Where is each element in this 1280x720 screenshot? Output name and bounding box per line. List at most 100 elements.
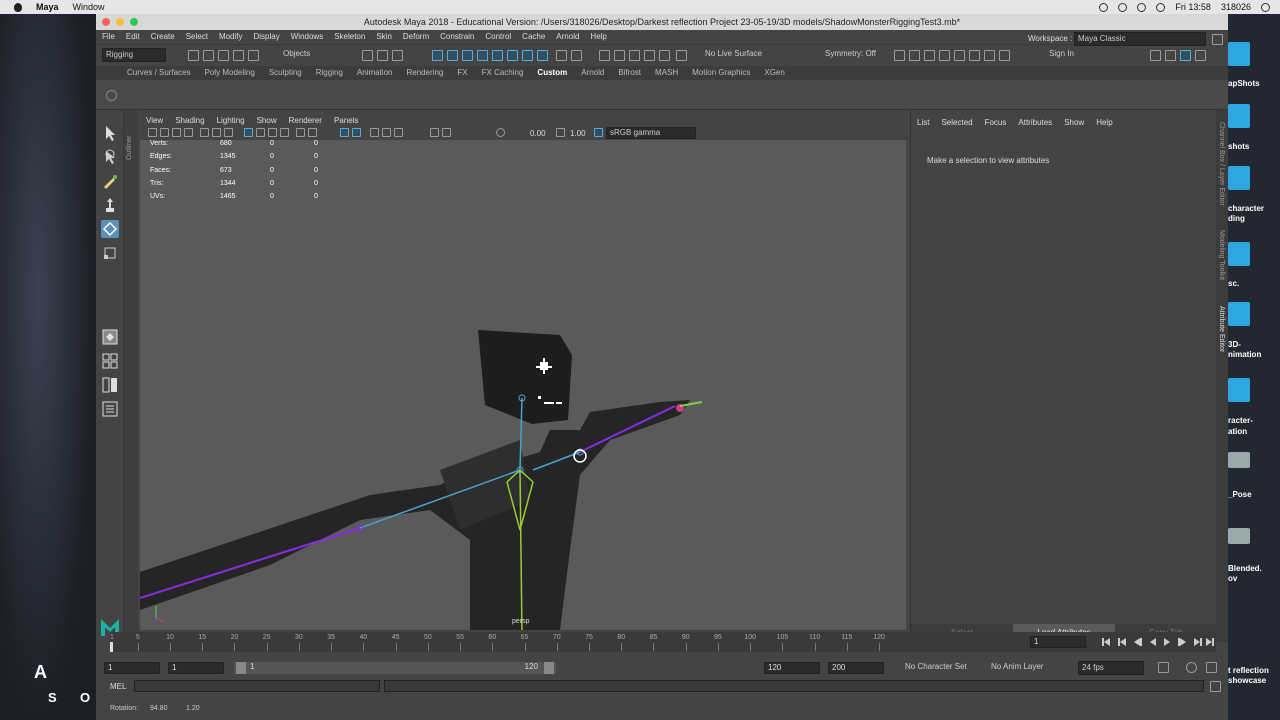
menu-edit[interactable]: Edit [126,30,140,44]
grid-toggle-icon[interactable] [200,128,209,137]
script-editor-icon[interactable] [1210,681,1221,692]
xray-joints-icon[interactable] [340,128,349,137]
menu-control[interactable]: Control [485,30,511,44]
snap-to-point-icon[interactable] [629,50,640,61]
end-time-field[interactable]: 200 [828,662,884,674]
outliner-strip[interactable]: Outliner [124,110,138,642]
tool-settings-icon[interactable] [1195,50,1206,61]
component-mode-icon[interactable] [392,50,403,61]
pause-icon[interactable] [999,50,1010,61]
record-icon[interactable] [1099,2,1109,12]
make-live-icon[interactable] [659,50,670,61]
exposure-icon[interactable] [496,128,505,137]
shelf-tab-rigging[interactable]: Rigging [316,66,343,80]
hierarchy-mode-icon[interactable] [362,50,373,61]
fps-dropdown[interactable]: 24 fps [1078,661,1144,675]
sign-in-button[interactable]: Sign In [1046,48,1120,62]
volume-icon[interactable] [1156,2,1166,12]
select-joint-mask-icon[interactable] [447,50,458,61]
gamma-value[interactable]: 1.00 [570,129,586,138]
attribute-editor-icon[interactable] [1165,50,1176,61]
exposure-value[interactable]: 0.00 [530,129,546,138]
desktop-item-label[interactable]: character [1228,204,1264,213]
hypershade-icon[interactable] [954,50,965,61]
select-curve-mask-icon[interactable] [462,50,473,61]
snap-to-surface-icon[interactable] [676,50,687,61]
two-view-layout-icon[interactable] [101,376,119,394]
shelf-tab-fx-caching[interactable]: FX Caching [482,66,524,80]
range-slider-end-handle[interactable] [544,662,554,674]
desktop-item-label[interactable]: showcase [1228,676,1266,685]
shelf-tab-poly-modeling[interactable]: Poly Modeling [205,66,255,80]
lock-workspace-icon[interactable] [1212,34,1223,45]
shelf-tab-sculpting[interactable]: Sculpting [269,66,302,80]
sync-icon[interactable] [1118,2,1128,12]
command-input[interactable] [134,680,380,692]
current-time-indicator[interactable] [110,642,113,652]
menu-cache[interactable]: Cache [522,30,545,44]
command-language-label[interactable]: MEL [110,682,126,691]
image-plane-icon[interactable] [184,128,193,137]
menu-help[interactable]: Help [590,30,606,44]
rotate-tool-icon[interactable] [101,220,119,238]
file-icon[interactable] [1228,528,1250,544]
single-perspective-layout-icon[interactable] [101,328,119,346]
go-to-end-icon[interactable] [1206,638,1214,646]
arnold-render-icon[interactable] [969,50,980,61]
workspace-dropdown[interactable]: Maya Classic [1074,32,1206,46]
color-management-icon[interactable] [594,128,603,137]
frame-selected-icon[interactable] [442,128,451,137]
menu-constrain[interactable]: Constrain [440,30,474,44]
menu-deform[interactable]: Deform [403,30,429,44]
lasso-tool-icon[interactable] [101,148,119,166]
open-scene-icon[interactable] [203,50,214,61]
zoom-button[interactable] [130,18,138,26]
scale-tool-icon[interactable] [101,244,119,262]
isolate-select-icon[interactable] [352,128,361,137]
viewport-menu-panels[interactable]: Panels [334,115,358,127]
gamma-icon[interactable] [556,128,565,137]
playback-start-field[interactable]: 1 [168,662,224,674]
viewport-menu-lighting[interactable]: Lighting [217,115,245,127]
snap-to-curve-icon[interactable] [614,50,625,61]
outliner-layout-icon[interactable] [101,400,119,418]
select-deform-mask-icon[interactable] [492,50,503,61]
shelf-tab-bifrost[interactable]: Bifrost [618,66,641,80]
render-frame-icon[interactable] [909,50,920,61]
step-back-frame-icon[interactable] [1134,638,1142,646]
step-forward-frame-icon[interactable] [1178,638,1186,646]
character-head[interactable] [478,330,572,424]
viewport-menu-shading[interactable]: Shading [175,115,204,127]
modeling-toolkit-icon[interactable] [1150,50,1161,61]
selection-mode-dropdown[interactable]: Objects [280,48,342,62]
object-mode-icon[interactable] [377,50,388,61]
attr-menu-focus[interactable]: Focus [985,118,1007,127]
menu-modify[interactable]: Modify [219,30,243,44]
attr-menu-help[interactable]: Help [1096,118,1112,127]
camera-attributes-icon[interactable] [160,128,169,137]
menu-skin[interactable]: Skin [376,30,392,44]
desktop-item-label[interactable]: t reflection [1228,666,1269,675]
attr-menu-selected[interactable]: Selected [941,118,972,127]
color-space-dropdown[interactable]: sRGB gamma [606,127,696,139]
search-icon[interactable] [1261,2,1270,12]
scene-render[interactable] [140,140,906,630]
desktop-item-label[interactable]: apShots [1228,79,1260,88]
close-button[interactable] [102,18,110,26]
new-scene-icon[interactable] [188,50,199,61]
snap-to-grid-icon[interactable] [599,50,610,61]
select-camera-icon[interactable] [148,128,157,137]
menu-skeleton[interactable]: Skeleton [334,30,365,44]
side-tab-modeling-toolkit[interactable]: Modeling Toolkit [1218,230,1225,280]
go-to-start-icon[interactable] [1102,638,1110,646]
clock[interactable]: Fri 13:58 [1175,2,1211,12]
viewport-menu-show[interactable]: Show [257,115,277,127]
side-tab-channel-box[interactable]: Channel Box / Layer Editor [1218,122,1225,206]
shadows-icon[interactable] [308,128,317,137]
shelf-tab-xgen[interactable]: XGen [764,66,784,80]
shelf-tab-custom[interactable]: Custom [537,66,567,80]
desktop-item-label[interactable]: ov [1228,574,1237,583]
shelf-tab-fx[interactable]: FX [457,66,467,80]
shelf-tab-animation[interactable]: Animation [357,66,393,80]
shelf-tab-curves[interactable]: Curves / Surfaces [127,66,191,80]
